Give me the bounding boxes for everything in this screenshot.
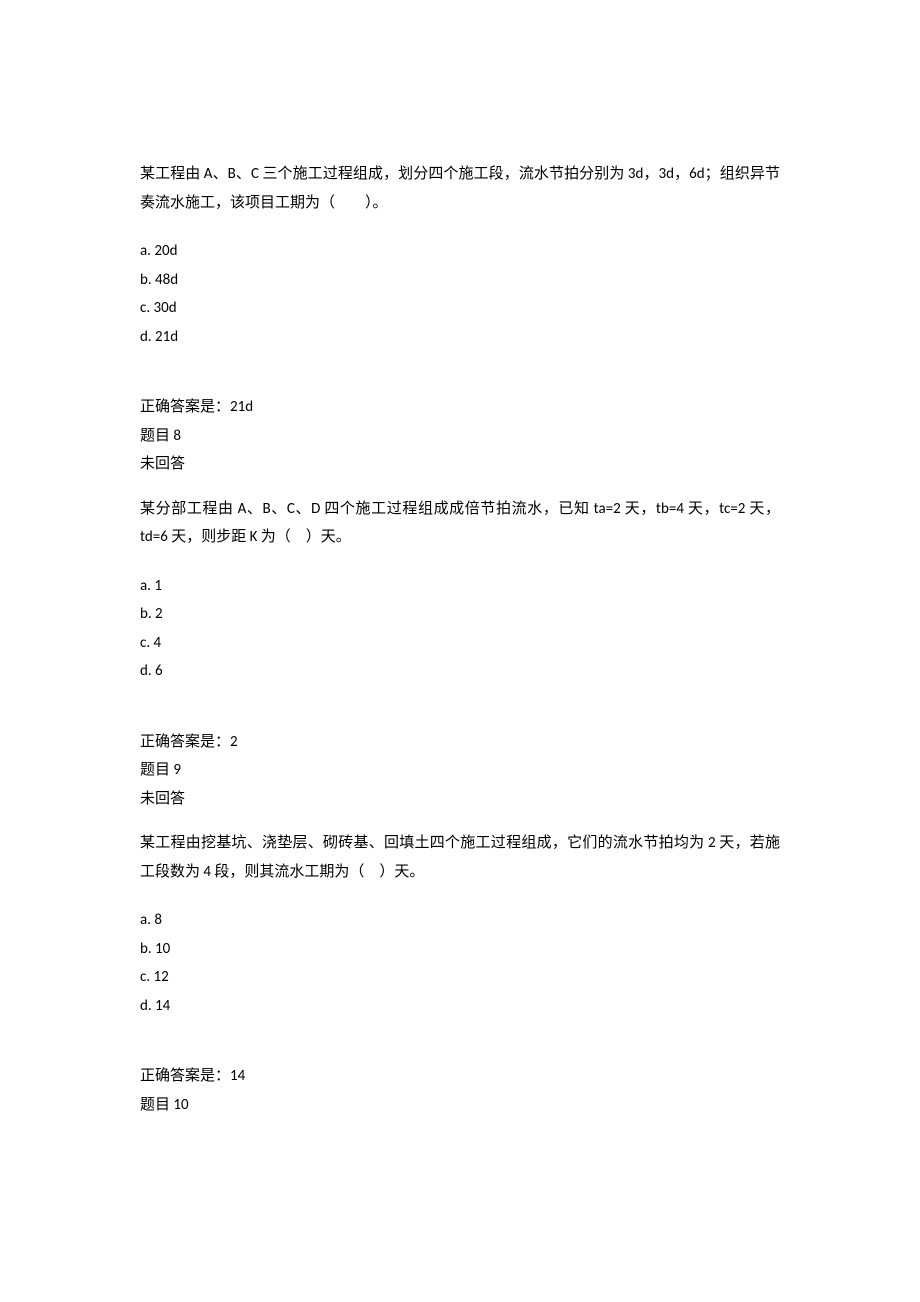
options-list: a. 1 b. 2 c. 4 d. 6 [140,572,780,686]
status-text: 未回答 [140,450,780,479]
option-d: d. 21d [140,323,780,352]
question-text: 某分部工程由 A、B、C、D 四个施工过程组成成倍节拍流水，已知 ta=2 天，… [140,495,780,552]
question-text: 某工程由 A、B、C 三个施工过程组成，划分四个施工段，流水节拍分别为 3d，3… [140,160,780,217]
status-text: 未回答 [140,785,780,814]
option-c: c. 30d [140,294,780,323]
answer-block: 正确答案是：14 题目 10 [140,1062,780,1119]
question-number-label: 题目 10 [140,1091,780,1120]
option-b: b. 2 [140,600,780,629]
question-text: 某工程由挖基坑、浇垫层、砌砖基、回填土四个施工过程组成，它们的流水节拍均为 2 … [140,829,780,886]
question-block-1: 某工程由 A、B、C 三个施工过程组成，划分四个施工段，流水节拍分别为 3d，3… [140,160,780,479]
question-number-label: 题目 9 [140,756,780,785]
correct-answer: 正确答案是：2 [140,728,780,757]
option-d: d. 14 [140,992,780,1021]
option-b: b. 48d [140,266,780,295]
option-a: a. 20d [140,237,780,266]
correct-answer: 正确答案是：21d [140,393,780,422]
answer-block: 正确答案是：2 题目 9 未回答 [140,728,780,814]
question-block-2: 某分部工程由 A、B、C、D 四个施工过程组成成倍节拍流水，已知 ta=2 天，… [140,495,780,814]
option-c: c. 4 [140,629,780,658]
question-block-3: 某工程由挖基坑、浇垫层、砌砖基、回填土四个施工过程组成，它们的流水节拍均为 2 … [140,829,780,1119]
option-a: a. 8 [140,906,780,935]
option-d: d. 6 [140,657,780,686]
option-c: c. 12 [140,963,780,992]
correct-answer: 正确答案是：14 [140,1062,780,1091]
option-a: a. 1 [140,572,780,601]
answer-block: 正确答案是：21d 题目 8 未回答 [140,393,780,479]
options-list: a. 8 b. 10 c. 12 d. 14 [140,906,780,1020]
options-list: a. 20d b. 48d c. 30d d. 21d [140,237,780,351]
option-b: b. 10 [140,935,780,964]
question-number-label: 题目 8 [140,422,780,451]
